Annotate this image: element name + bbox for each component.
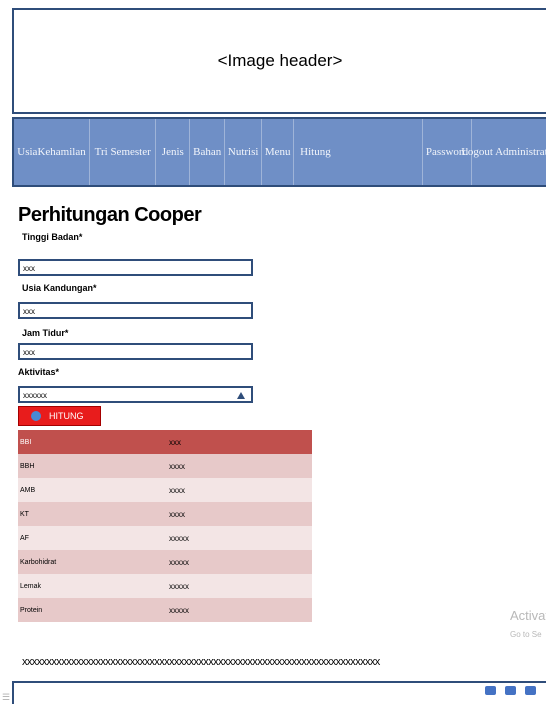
result-value: xxxxx (165, 574, 312, 598)
table-row: Protein xxxxx (18, 598, 312, 622)
hitung-button-label: HITUNG (49, 411, 84, 421)
nav-item-usiakehamilan[interactable]: UsiaKehamilan (14, 119, 90, 185)
nav-item-menu[interactable]: Menu (262, 119, 295, 185)
image-header-placeholder: <Image header> (217, 51, 343, 70)
usia-kandungan-label: Usia Kandungan* (22, 283, 97, 293)
result-label: Lemak (18, 574, 165, 598)
jam-tidur-input[interactable]: xxx (18, 343, 253, 360)
result-label: AMB (18, 478, 165, 502)
image-header: <Image header> (12, 8, 546, 114)
hitung-button[interactable]: HITUNG (18, 406, 101, 426)
activation-watermark-title: Activat (510, 608, 546, 623)
result-label: KT (18, 502, 165, 526)
table-row: AMB xxxx (18, 478, 312, 502)
window-button-icon[interactable] (525, 686, 536, 695)
nav-item-jenis[interactable]: Jenis (156, 119, 191, 185)
result-value: xxxxx (165, 526, 312, 550)
result-value: xxx (165, 430, 312, 454)
result-label: BBH (18, 454, 165, 478)
aktivitas-label: Aktivitas* (18, 367, 60, 377)
nav-item-bahan[interactable]: Bahan (190, 119, 226, 185)
nav-item-tri-semester[interactable]: Tri Semester (90, 119, 157, 185)
window-button-icon[interactable] (505, 686, 516, 695)
tinggi-badan-input[interactable]: xxx (18, 259, 253, 276)
page-title: Perhitungan Cooper (18, 204, 202, 226)
window-button-icon[interactable] (485, 686, 496, 695)
aktivitas-selected-value: xxxxxx (23, 391, 47, 400)
main-nav: UsiaKehamilan Tri Semester Jenis Bahan N… (12, 117, 546, 187)
tinggi-badan-label: Tinggi Badan* (22, 232, 83, 242)
result-label: BBI (18, 430, 165, 454)
dropdown-arrow-icon[interactable] (237, 392, 245, 399)
table-row: Karbohidrat xxxxx (18, 550, 312, 574)
table-row: AF xxxxx (18, 526, 312, 550)
table-row: BBH xxxx (18, 454, 312, 478)
result-label: AF (18, 526, 165, 550)
result-value: xxxxx (165, 550, 312, 574)
usia-kandungan-input[interactable]: xxx (18, 302, 253, 319)
result-table: BBI xxx BBH xxxx AMB xxxx KT xxxx AF xxx… (18, 430, 312, 622)
table-row: BBI xxx (18, 430, 312, 454)
bottom-menu-icon: ☰ (2, 692, 11, 702)
jam-tidur-label: Jam Tidur* (22, 328, 69, 338)
table-row: KT xxxx (18, 502, 312, 526)
nav-item-logout[interactable]: Logout Administrator (461, 119, 546, 185)
nav-item-nutrisi[interactable]: Nutrisi (225, 119, 263, 185)
result-value: xxxxx (165, 598, 312, 622)
table-row: Lemak xxxxx (18, 574, 312, 598)
nav-item-hitung[interactable]: Hitung (294, 119, 423, 185)
footer-text: xxxxxxxxxxxxxxxxxxxxxxxxxxxxxxxxxxxxxxxx… (22, 656, 380, 668)
bottom-bar (12, 681, 546, 704)
result-value: xxxx (165, 478, 312, 502)
result-label: Karbohidrat (18, 550, 165, 574)
aktivitas-select[interactable]: xxxxxx (18, 386, 253, 403)
result-value: xxxx (165, 454, 312, 478)
result-value: xxxx (165, 502, 312, 526)
result-label: Protein (18, 598, 165, 622)
calculate-icon (31, 411, 41, 421)
activation-watermark-subtitle: Go to Se (510, 630, 542, 639)
